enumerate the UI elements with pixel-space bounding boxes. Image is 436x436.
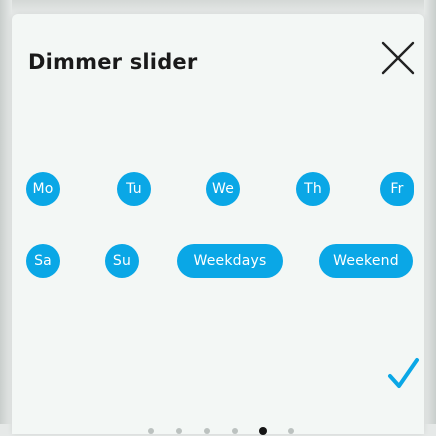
day-button-th[interactable]: Th: [296, 172, 330, 206]
day-button-we[interactable]: We: [206, 172, 240, 206]
day-button-tu[interactable]: Tu: [117, 172, 151, 206]
dialog-title: Dimmer slider: [28, 50, 198, 74]
day-button-mo[interactable]: Mo: [26, 172, 60, 206]
left-edge-shade: [0, 0, 12, 424]
weekend-button[interactable]: Weekend: [319, 244, 413, 278]
close-icon: [381, 41, 415, 75]
dimmer-slider-dialog: Dimmer slider Mo Tu We Th Fr Sa Su Weekd…: [12, 14, 424, 436]
page-dot: [176, 428, 182, 434]
checkmark-icon: [388, 358, 419, 388]
page-dot: [204, 428, 210, 434]
day-button-fr[interactable]: Fr: [380, 172, 414, 206]
top-edge-shade: [0, 0, 436, 14]
page-indicator: [12, 424, 424, 436]
page-dot: [148, 428, 154, 434]
weekdays-button[interactable]: Weekdays: [177, 244, 283, 278]
right-edge-shade: [424, 0, 436, 424]
page-dot-active: [259, 427, 267, 435]
page-dot: [288, 428, 294, 434]
page-dot: [232, 428, 238, 434]
confirm-button[interactable]: [384, 354, 424, 394]
day-button-sa[interactable]: Sa: [26, 244, 60, 278]
day-button-su[interactable]: Su: [105, 244, 139, 278]
close-button[interactable]: [378, 38, 418, 78]
